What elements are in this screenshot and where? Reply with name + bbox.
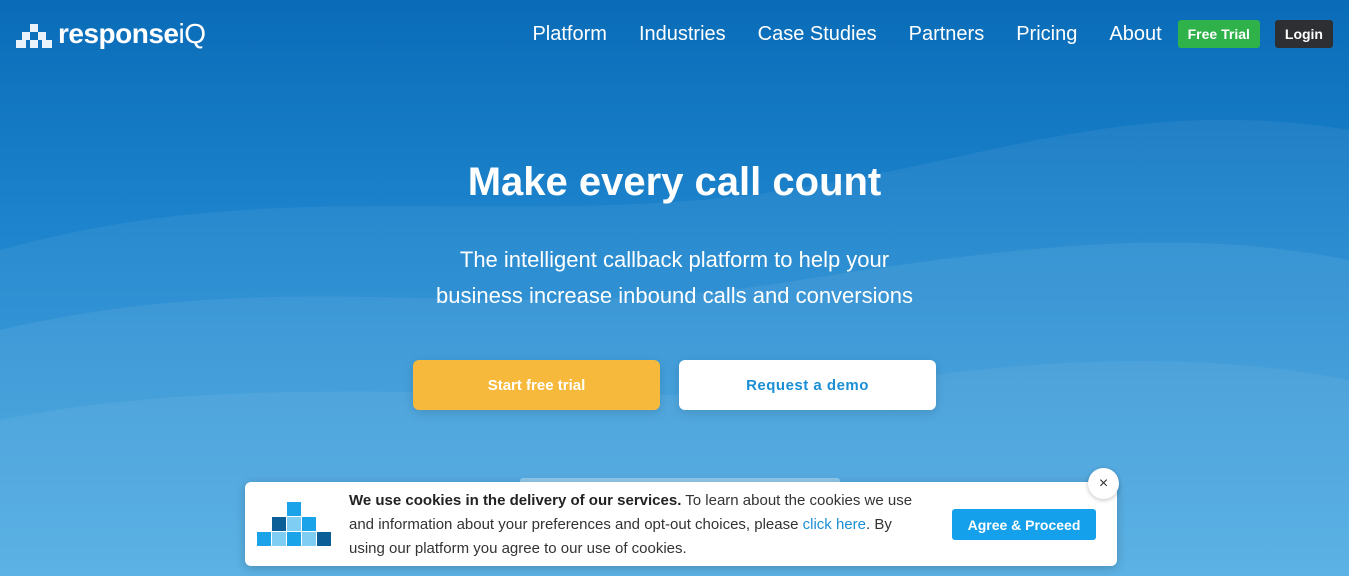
top-navbar: responseiQ Platform Industries Case Stud…	[0, 0, 1349, 68]
cookie-message: We use cookies in the delivery of our se…	[349, 489, 929, 561]
request-demo-button[interactable]: Request a demo	[679, 360, 936, 410]
start-free-trial-button[interactable]: Start free trial	[413, 360, 660, 410]
nav-platform[interactable]: Platform	[532, 23, 606, 46]
close-icon[interactable]: ×	[1088, 468, 1119, 499]
cookie-message-bold: We use cookies in the delivery of our se…	[349, 492, 682, 509]
cookie-click-here-link[interactable]: click here	[803, 516, 866, 533]
logo-mark-icon	[16, 20, 52, 48]
nav-industries[interactable]: Industries	[639, 23, 726, 46]
nav-partners[interactable]: Partners	[909, 23, 985, 46]
hero-subtitle-line-2: business increase inbound calls and conv…	[436, 283, 913, 308]
cookie-logo-icon	[257, 502, 331, 546]
nav-case-studies[interactable]: Case Studies	[758, 23, 877, 46]
hero-subtitle: The intelligent callback platform to hel…	[0, 242, 1349, 314]
hero-title: Make every call count	[467, 160, 882, 204]
nav-pricing[interactable]: Pricing	[1016, 23, 1077, 46]
close-glyph: ×	[1098, 474, 1109, 492]
logo-text-main: response	[58, 18, 179, 49]
login-button[interactable]: Login	[1274, 20, 1333, 48]
free-trial-button[interactable]: Free Trial	[1177, 20, 1260, 48]
cookie-banner: We use cookies in the delivery of our se…	[245, 482, 1117, 566]
hero-subtitle-line-1: The intelligent callback platform to hel…	[459, 247, 890, 272]
agree-proceed-button[interactable]: Agree & Proceed	[952, 509, 1096, 540]
main-nav: Platform Industries Case Studies Partner…	[532, 0, 1349, 68]
logo-text: responseiQ	[58, 18, 206, 50]
responseiq-logo[interactable]: responseiQ	[16, 18, 206, 50]
nav-about[interactable]: About	[1109, 23, 1161, 46]
logo-text-suffix: iQ	[178, 18, 207, 49]
